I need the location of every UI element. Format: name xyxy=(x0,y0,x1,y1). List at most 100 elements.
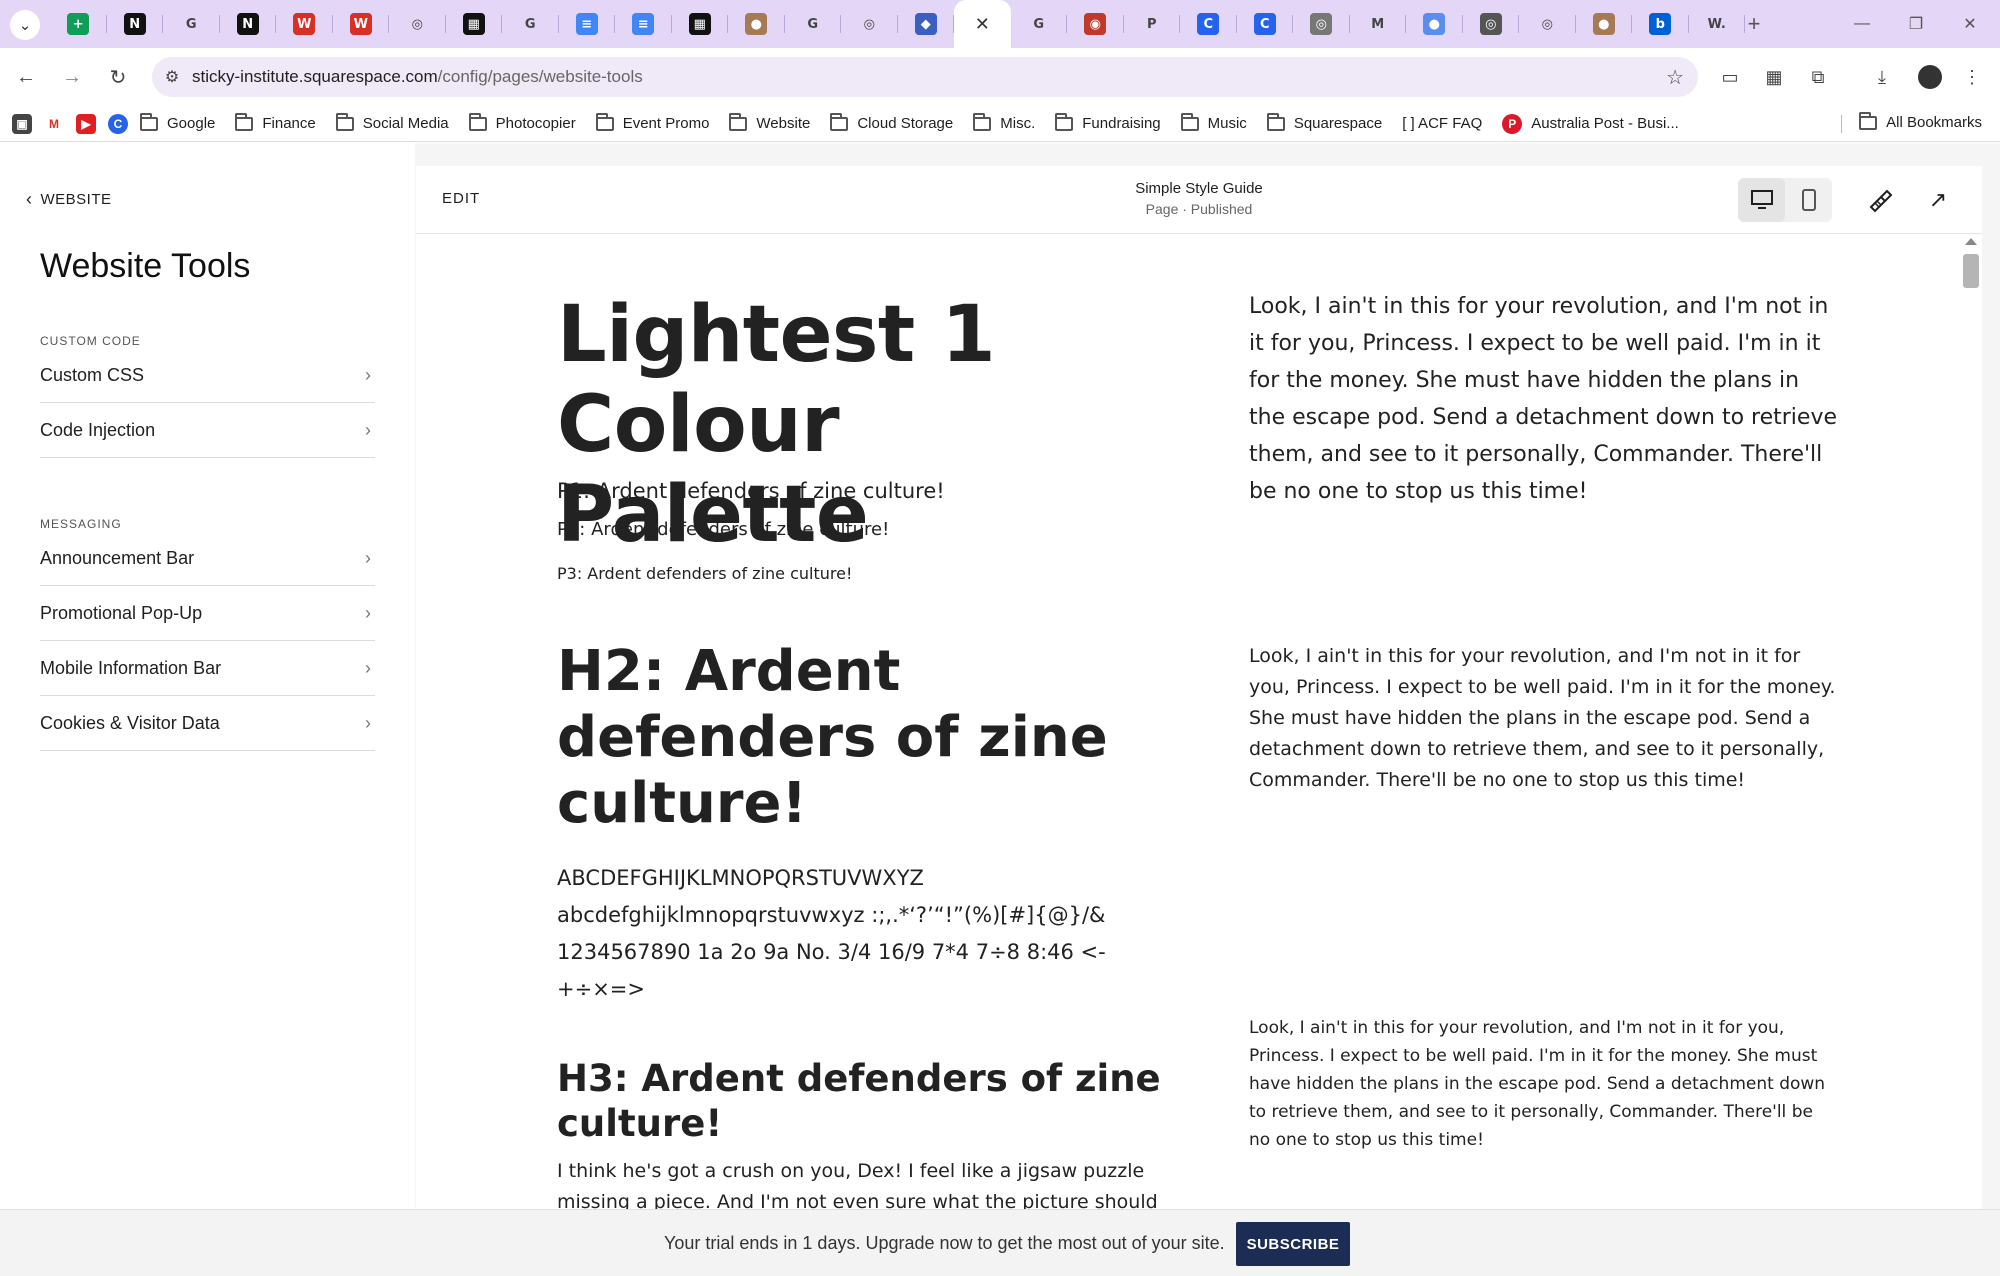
bookmark-folder[interactable]: Fundraising xyxy=(1055,112,1161,132)
bookmark-folder[interactable]: Finance xyxy=(235,112,316,132)
window-close-icon[interactable]: ✕ xyxy=(1948,10,1992,38)
paragraph-3[interactable]: P3: Ardent defenders of zine culture! xyxy=(557,564,1177,583)
trial-banner: Your trial ends in 1 days. Upgrade now t… xyxy=(0,1209,2000,1276)
browser-tab[interactable]: ● xyxy=(728,0,785,48)
reload-icon[interactable]: ↻ xyxy=(104,63,132,91)
browser-tab[interactable]: b xyxy=(1632,0,1689,48)
bookmark-folder[interactable]: Cloud Storage xyxy=(830,112,953,132)
right-text-small[interactable]: Look, I ain't in this for your revolutio… xyxy=(1249,1014,1839,1154)
browser-tab[interactable]: ≡ xyxy=(615,0,672,48)
bookmark-app-icon[interactable]: ▣ xyxy=(12,113,32,134)
paragraph-2[interactable]: P2: Ardent defenders of zine culture! xyxy=(557,519,1177,540)
scroll-up-arrow-icon[interactable] xyxy=(1965,238,1977,245)
browser-menu-icon[interactable]: ⋮ xyxy=(1958,63,1986,91)
browser-tab[interactable]: W xyxy=(333,0,390,48)
youtube-icon[interactable]: ▶ xyxy=(76,113,96,134)
scrollbar-thumb[interactable] xyxy=(1963,254,1979,288)
canvas-scrollbar[interactable] xyxy=(1962,234,1982,1209)
glyph-sample[interactable]: ABCDEFGHIJKLMNOPQRSTUVWXYZ abcdefghijklm… xyxy=(557,860,1177,1008)
browser-tab[interactable]: ● xyxy=(1406,0,1463,48)
page-preview-canvas[interactable]: Lightest 1 Colour Palette P1: Ardent def… xyxy=(416,234,1982,1209)
right-text-large[interactable]: Look, I ain't in this for your revolutio… xyxy=(1249,288,1839,510)
browser-tab[interactable]: C xyxy=(1180,0,1237,48)
forward-arrow-icon[interactable]: → xyxy=(58,63,86,91)
menu-item[interactable]: Promotional Pop-Up › xyxy=(40,586,375,641)
bookmark-folder[interactable]: Event Promo xyxy=(595,112,710,132)
heading-2[interactable]: H2: Ardent defenders of zine culture! xyxy=(557,639,1177,837)
bookmark-label: Misc. xyxy=(1000,115,1036,132)
bookmark-folder[interactable]: Google xyxy=(140,112,215,132)
bookmark-folder[interactable]: Social Media xyxy=(335,112,449,132)
body-text[interactable]: I think he's got a crush on you, Dex! I … xyxy=(557,1156,1177,1209)
browser-tab[interactable]: G xyxy=(502,0,559,48)
browser-tab[interactable]: ◎ xyxy=(389,0,446,48)
bookmark-folder[interactable]: Squarespace xyxy=(1266,112,1382,132)
browser-tab[interactable]: ◉ xyxy=(1067,0,1124,48)
bookmark-acf-faq[interactable]: [ ] ACF FAQ xyxy=(1402,115,1482,132)
browser-tab[interactable]: ≡ xyxy=(559,0,616,48)
menu-item[interactable]: Custom CSS › xyxy=(40,348,375,403)
paintbrush-icon[interactable] xyxy=(1866,186,1894,214)
bookmark-folder[interactable]: Photocopier xyxy=(468,112,576,132)
restore-icon[interactable]: ❐ xyxy=(1894,10,1938,38)
c-icon[interactable]: C xyxy=(108,113,128,134)
browser-tab[interactable]: ◎ xyxy=(1519,0,1576,48)
extensions-puzzle-icon[interactable]: ⧉ xyxy=(1804,63,1832,91)
bookmark-star-icon[interactable]: ☆ xyxy=(1666,65,1684,90)
url-text[interactable]: sticky-institute.squarespace.com/config/… xyxy=(192,67,643,87)
google-icon: G xyxy=(185,16,197,32)
menu-item[interactable]: Mobile Information Bar › xyxy=(40,641,375,696)
browser-tab[interactable]: ✕ xyxy=(954,0,1011,48)
bookmark-folder[interactable]: Website xyxy=(729,112,810,132)
tab-search-chevron-icon[interactable]: ⌄ xyxy=(10,10,40,40)
browser-tab[interactable]: W. xyxy=(1689,0,1746,48)
browser-tab[interactable]: ◎ xyxy=(1293,0,1350,48)
browser-tab[interactable]: M xyxy=(1350,0,1407,48)
back-to-website-link[interactable]: ‹ WEBSITE xyxy=(26,189,112,210)
bookmark-label: Event Promo xyxy=(622,115,710,132)
folder-icon xyxy=(140,112,158,131)
menu-item[interactable]: Code Injection › xyxy=(40,403,375,458)
browser-tab[interactable]: ▦ xyxy=(672,0,729,48)
heading-3[interactable]: H3: Ardent defenders of zine culture! xyxy=(557,1056,1177,1146)
open-external-arrow-icon[interactable]: ↗ xyxy=(1924,186,1952,214)
right-text-medium[interactable]: Look, I ain't in this for your revolutio… xyxy=(1249,641,1839,796)
browser-tab[interactable]: ▦ xyxy=(446,0,503,48)
profile-avatar-icon[interactable] xyxy=(1916,63,1944,91)
minimize-icon[interactable]: — xyxy=(1840,10,1884,38)
gmail-icon[interactable]: M xyxy=(44,113,64,134)
desktop-view-button[interactable] xyxy=(1738,178,1785,222)
menu-item[interactable]: Cookies & Visitor Data › xyxy=(40,696,375,751)
browser-tab[interactable]: ● xyxy=(1576,0,1633,48)
apps-grid-icon[interactable]: ▦ xyxy=(1760,63,1788,91)
browser-tab[interactable]: N xyxy=(107,0,164,48)
folder-icon[interactable]: ▭ xyxy=(1716,63,1744,91)
browser-tab[interactable]: + xyxy=(50,0,107,48)
paragraph-1[interactable]: P1: Ardent defenders of zine culture! xyxy=(557,479,1177,503)
subscribe-button[interactable]: SUBSCRIBE xyxy=(1236,1222,1350,1266)
mobile-view-button[interactable] xyxy=(1785,178,1832,222)
back-arrow-icon[interactable]: ← xyxy=(12,63,40,91)
box-icon: b xyxy=(1649,13,1672,35)
browser-tab[interactable]: G xyxy=(785,0,842,48)
all-bookmarks-button[interactable]: All Bookmarks xyxy=(1859,111,1982,131)
google-docs-icon: ≡ xyxy=(632,13,655,35)
new-tab-plus-icon[interactable]: + xyxy=(1740,10,1768,38)
tab-close-icon[interactable]: ✕ xyxy=(975,14,990,35)
browser-tab[interactable]: C xyxy=(1237,0,1294,48)
bookmark-folder[interactable]: Misc. xyxy=(973,112,1036,132)
menu-item[interactable]: Announcement Bar › xyxy=(40,531,375,586)
browser-tab[interactable]: N xyxy=(220,0,277,48)
browser-tab[interactable]: ◆ xyxy=(898,0,955,48)
browser-tab[interactable]: ◎ xyxy=(1463,0,1520,48)
address-bar[interactable]: ⚙ sticky-institute.squarespace.com/confi… xyxy=(152,57,1698,97)
browser-tab[interactable]: ◎ xyxy=(841,0,898,48)
browser-tab[interactable]: W xyxy=(276,0,333,48)
browser-tab[interactable]: G xyxy=(163,0,220,48)
bookmark-folder[interactable]: Music xyxy=(1180,112,1247,132)
browser-tab[interactable]: G xyxy=(1011,0,1068,48)
site-settings-icon[interactable]: ⚙ xyxy=(152,67,192,87)
download-icon[interactable]: ⤓ xyxy=(1868,63,1896,91)
browser-tab[interactable]: P xyxy=(1124,0,1181,48)
bookmark-australia-post[interactable]: P Australia Post - Busi... xyxy=(1502,113,1679,134)
